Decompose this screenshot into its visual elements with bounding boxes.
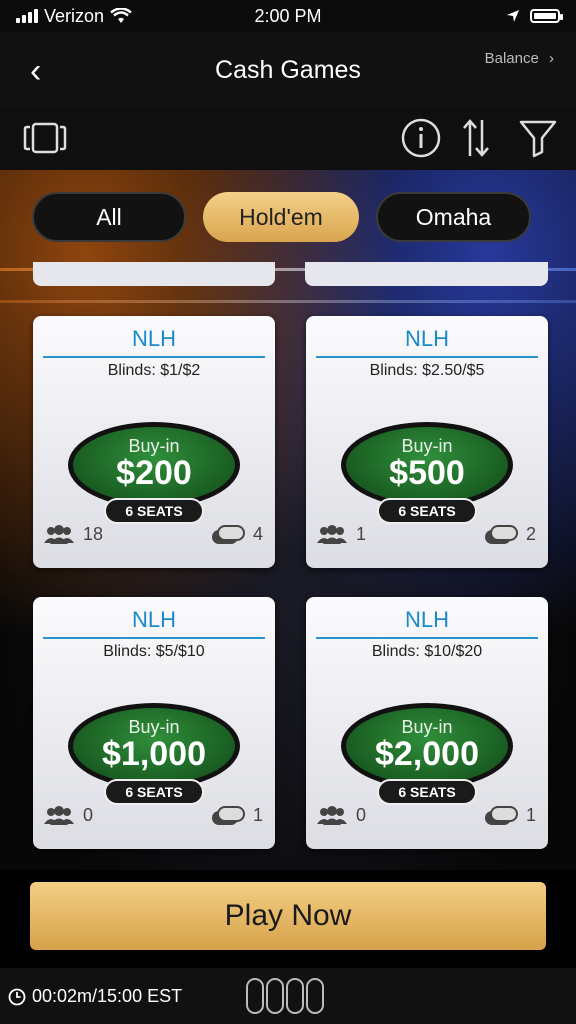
tables-value: 4 [252,524,263,544]
players-count: 1 [316,524,366,545]
seats-badge: 6 SEATS [104,498,204,524]
balance-link[interactable]: Balance › [485,50,554,67]
tables-value: 1 [525,805,536,825]
toolbar [0,108,576,171]
sort-icon[interactable] [458,118,494,158]
tables-count: 1 [484,805,536,826]
tab-holdem[interactable]: Hold'em [203,192,359,242]
players-value: 1 [356,524,367,544]
seats-badge: 6 SEATS [377,498,477,524]
game-type: NLH [131,607,176,632]
players-icon [317,524,347,544]
players-icon [317,805,347,825]
game-type-tabs: All Hold'em Omaha [0,192,576,242]
cards-icon[interactable] [22,118,68,158]
footer-bar: 00:02m/15:00 EST [0,968,576,1024]
seats-badge: 6 SEATS [377,779,477,805]
header: ‹ Cash Games Balance › [0,32,576,109]
players-value: 0 [356,805,367,825]
players-value: 0 [83,805,94,825]
session-timer: 00:02m/15:00 EST [8,986,182,1007]
game-card[interactable]: NLH Blinds: $5/$10 Buy-in $1,000 6 SEATS… [33,597,275,849]
balance-label: Balance [484,50,539,67]
partial-card[interactable] [305,262,548,286]
tables-count: 1 [211,805,263,826]
tables-icon [211,524,245,544]
tables-value: 2 [525,524,536,544]
game-type: NLH [131,326,176,351]
battery-icon [530,9,563,23]
blinds-label: Blinds: $1/$2 [107,362,201,379]
game-type: NLH [404,607,449,632]
game-card[interactable]: NLH Blinds: $1/$2 Buy-in $200 6 SEATS 18… [33,316,275,568]
tab-omaha[interactable]: Omaha [376,192,531,242]
tables-icon [484,805,518,825]
game-card[interactable]: NLH Blinds: $2.50/$5 Buy-in $500 6 SEATS… [306,316,548,568]
players-value: 18 [83,524,104,544]
players-icon [44,805,74,825]
divider [43,356,265,358]
location-arrow-icon [507,10,519,22]
tables-count: 2 [484,524,536,545]
game-card[interactable]: NLH Blinds: $10/$20 Buy-in $2,000 6 SEAT… [306,597,548,849]
tables-icon [484,524,518,544]
buyin-amount: $200 [116,454,192,492]
clock-icon [8,988,26,1005]
carrier-label: Verizon [44,5,105,26]
tab-all[interactable]: All [32,192,186,242]
blinds-label: Blinds: $10/$20 [371,643,483,660]
chip-stack-icon[interactable] [246,978,324,1014]
tables-value: 1 [252,805,263,825]
buyin-amount: $1,000 [102,735,206,773]
tables-icon [211,805,245,825]
timer-text: 00:02m/15:00 EST [32,986,183,1006]
play-now-button[interactable]: Play Now [30,882,546,950]
divider [43,637,265,639]
partial-card[interactable] [33,262,275,286]
signal-icon [16,9,38,23]
game-type: NLH [404,326,449,351]
players-count: 0 [316,805,366,826]
buyin-amount: $2,000 [375,735,479,773]
players-count: 0 [43,805,93,826]
seats-badge: 6 SEATS [104,779,204,805]
info-icon[interactable] [400,118,442,158]
players-icon [44,524,74,544]
wifi-icon [110,8,132,23]
blinds-label: Blinds: $5/$10 [103,643,205,660]
divider [316,356,538,358]
divider [316,637,538,639]
chevron-right-icon: › [549,50,554,67]
status-bar: Verizon 2:00 PM [0,0,576,32]
players-count: 18 [43,524,103,545]
buyin-amount: $500 [389,454,465,492]
blinds-label: Blinds: $2.50/$5 [369,362,485,379]
filter-icon[interactable] [518,118,558,158]
tables-count: 4 [211,524,263,545]
